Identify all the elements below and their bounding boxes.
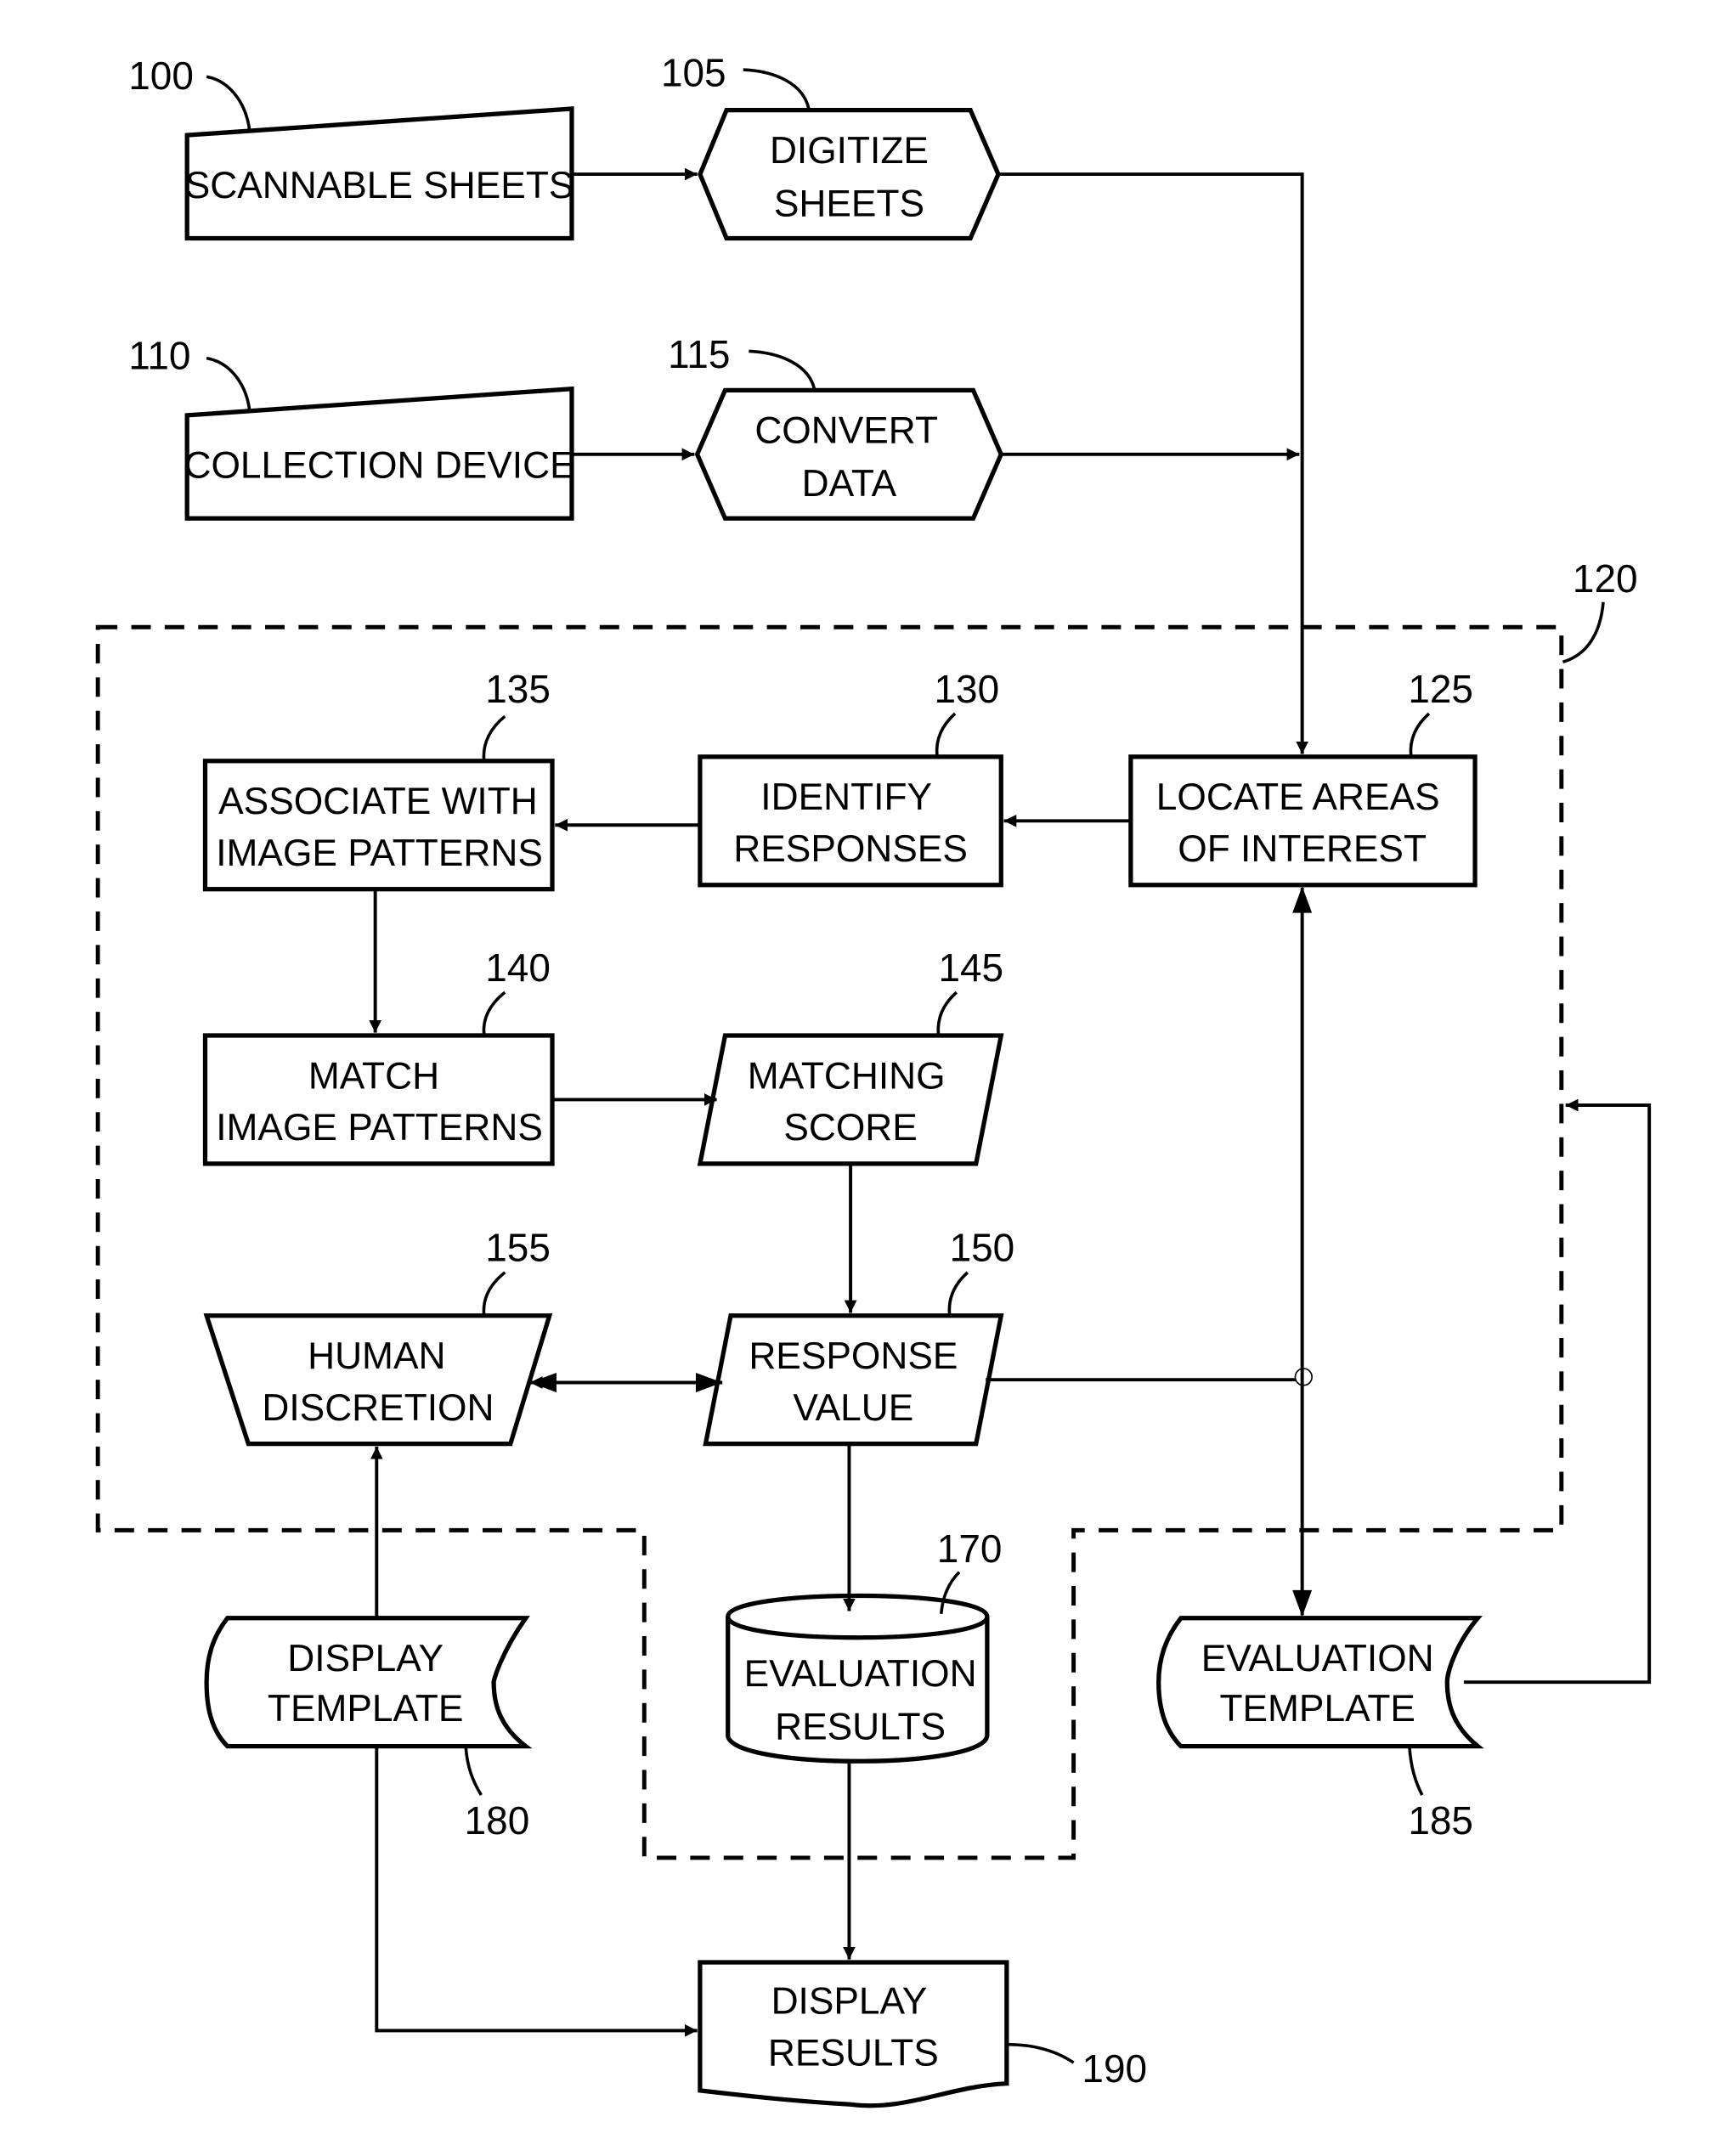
- ref-190: 190: [1082, 2046, 1147, 2091]
- node-display-results[interactable]: DISPLAY RESULTS: [698, 1960, 1009, 2108]
- matching-score-label-1: MATCHING: [748, 1055, 946, 1097]
- evaluation-template-label-1: EVALUATION: [1201, 1638, 1434, 1679]
- leader-115: [749, 349, 816, 390]
- response-value-label-2: VALUE: [793, 1387, 913, 1429]
- ref-135: 135: [485, 667, 551, 711]
- digitize-sheets-label-1: DIGITIZE: [770, 130, 929, 172]
- node-identify-responses[interactable]: IDENTIFY RESPONSES: [698, 754, 1003, 888]
- node-scannable-sheets[interactable]: SCANNABLE SHEETS: [184, 106, 574, 241]
- edge-digitize-to-locate: [997, 172, 1309, 754]
- ref-100: 100: [128, 54, 194, 98]
- arrowhead-to-human: [529, 1372, 557, 1392]
- display-results-label-1: DISPLAY: [771, 1981, 928, 2023]
- leader-120: [1562, 601, 1605, 664]
- convert-data-label-1: CONVERT: [754, 410, 938, 452]
- node-collection-device[interactable]: COLLECTION DEVICE: [184, 386, 575, 521]
- leader-140: [482, 991, 506, 1035]
- node-matching-score[interactable]: MATCHING SCORE: [697, 1033, 1004, 1166]
- leader-150: [947, 1271, 969, 1315]
- node-locate-areas[interactable]: LOCATE AREAS OF INTEREST: [1128, 754, 1478, 888]
- node-convert-data[interactable]: CONVERT DATA: [694, 387, 1004, 521]
- collection-device-label: COLLECTION DEVICE: [184, 445, 575, 487]
- ref-185: 185: [1408, 1798, 1473, 1843]
- node-human-discretion[interactable]: HUMAN DISCRETION: [203, 1313, 553, 1447]
- convert-data-label-2: DATA: [802, 463, 897, 505]
- ref-150: 150: [950, 1226, 1015, 1270]
- leader-110: [206, 356, 251, 413]
- ref-130: 130: [935, 667, 1000, 711]
- scannable-sheets-label: SCANNABLE SHEETS: [185, 165, 574, 206]
- node-evaluation-results[interactable]: EVALUATION RESULTS: [726, 1593, 990, 1764]
- digitize-sheets-label-2: SHEETS: [774, 183, 924, 224]
- ref-170: 170: [937, 1527, 1003, 1571]
- identify-responses-label-2: RESPONSES: [733, 828, 968, 870]
- matching-score-label-2: SCORE: [783, 1107, 917, 1149]
- arrowhead-to-locate: [1292, 886, 1313, 913]
- identify-responses-label-1: IDENTIFY: [760, 776, 932, 818]
- ref-155: 155: [485, 1226, 551, 1270]
- node-match-patterns[interactable]: MATCH IMAGE PATTERNS: [202, 1033, 555, 1166]
- leader-125: [1409, 712, 1431, 756]
- associate-patterns-label-2: IMAGE PATTERNS: [216, 832, 543, 874]
- edge-displaytemplate-to-display: [375, 1746, 698, 2037]
- evaluation-results-label-1: EVALUATION: [744, 1653, 977, 1695]
- leader-145: [936, 991, 958, 1035]
- evaluation-template-label-2: TEMPLATE: [1219, 1688, 1415, 1730]
- ref-105: 105: [661, 51, 726, 95]
- ref-110: 110: [128, 334, 190, 378]
- node-evaluation-template[interactable]: EVALUATION TEMPLATE: [1156, 1616, 1484, 1749]
- human-discretion-label-2: DISCRETION: [262, 1387, 494, 1429]
- ref-145: 145: [938, 945, 1003, 990]
- evaluation-results-label-2: RESULTS: [775, 1706, 946, 1747]
- node-associate-patterns[interactable]: ASSOCIATE WITH IMAGE PATTERNS: [202, 759, 555, 892]
- flowchart-diagram: 120 SCANNABLE SHEETS 100 DIGITIZE SHEETS…: [95, 51, 1652, 2108]
- node-digitize-sheets[interactable]: DIGITIZE SHEETS: [698, 107, 1001, 241]
- leader-180: [464, 1747, 483, 1797]
- leader-100: [206, 75, 251, 133]
- leader-155: [482, 1271, 506, 1315]
- locate-areas-label-2: OF INTEREST: [1178, 828, 1427, 870]
- leader-135: [482, 714, 506, 760]
- associate-patterns-label-1: ASSOCIATE WITH: [218, 781, 538, 822]
- node-display-template[interactable]: DISPLAY TEMPLATE: [204, 1616, 533, 1749]
- locate-areas-label-1: LOCATE AREAS: [1156, 776, 1440, 818]
- ref-140: 140: [485, 945, 551, 990]
- ref-115: 115: [668, 332, 730, 376]
- ref-125: 125: [1408, 667, 1473, 711]
- match-patterns-label-1: MATCH: [308, 1055, 439, 1097]
- leader-105: [743, 68, 811, 110]
- display-results-label-2: RESULTS: [768, 2032, 939, 2074]
- leader-185: [1408, 1747, 1424, 1796]
- node-response-value[interactable]: RESPONSE VALUE: [703, 1313, 1004, 1447]
- arrowhead-to-eval-template: [1292, 1589, 1313, 1617]
- ref-120: 120: [1573, 556, 1638, 601]
- leader-190: [1008, 2042, 1075, 2064]
- ref-180: 180: [465, 1798, 530, 1843]
- human-discretion-label-1: HUMAN: [308, 1335, 445, 1377]
- match-patterns-label-2: IMAGE PATTERNS: [216, 1107, 543, 1149]
- edge-evaltemplate-to-group: [1463, 1098, 1652, 1685]
- display-template-label-2: TEMPLATE: [268, 1688, 463, 1730]
- display-template-label-1: DISPLAY: [287, 1638, 444, 1679]
- response-value-label-1: RESPONSE: [749, 1335, 958, 1377]
- leader-130: [935, 712, 957, 756]
